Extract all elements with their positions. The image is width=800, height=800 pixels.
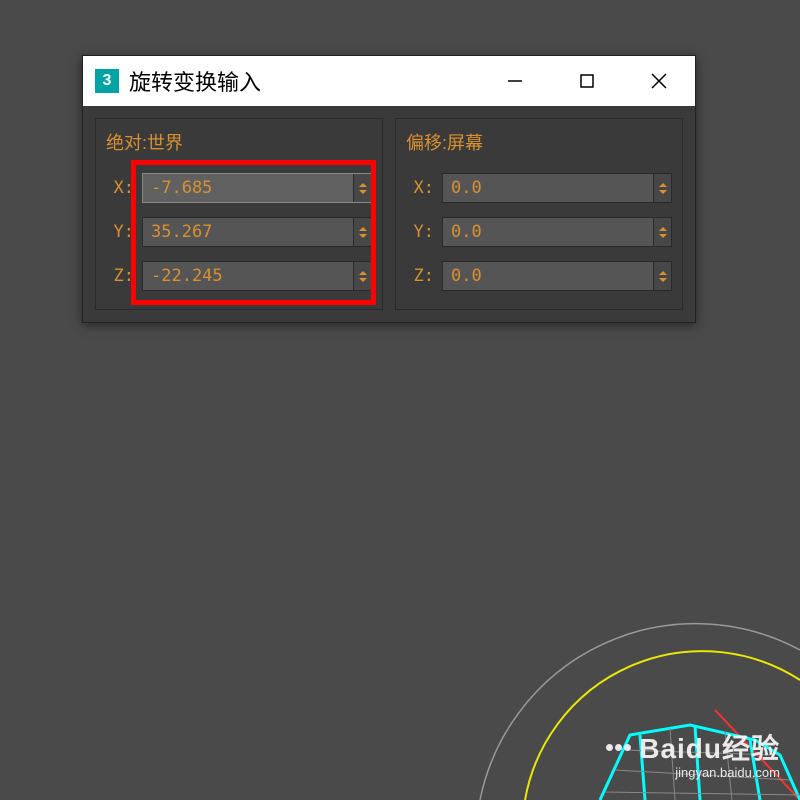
offset-z-row: Z: 0.0	[406, 261, 672, 291]
offset-y-row: Y: 0.0	[406, 217, 672, 247]
offset-y-value: 0.0	[451, 222, 653, 242]
dialog-body: 绝对:世界 X: -7.685 Y: 35.267	[83, 106, 695, 322]
offset-y-input[interactable]: 0.0	[442, 217, 672, 247]
down-arrow-icon	[359, 190, 367, 194]
up-arrow-icon	[659, 227, 667, 231]
up-arrow-icon	[359, 271, 367, 275]
absolute-x-input[interactable]: -7.685	[142, 173, 372, 203]
down-arrow-icon	[659, 234, 667, 238]
offset-panel-title: 偏移:屏幕	[406, 129, 672, 155]
offset-x-label: X:	[406, 178, 434, 198]
offset-x-row: X: 0.0	[406, 173, 672, 203]
absolute-z-input[interactable]: -22.245	[142, 261, 372, 291]
watermark-url: jingyan.baidu.com	[606, 765, 780, 780]
offset-screen-panel: 偏移:屏幕 X: 0.0 Y: 0.0	[395, 118, 683, 310]
offset-z-input[interactable]: 0.0	[442, 261, 672, 291]
titlebar[interactable]: 3 旋转变换输入	[83, 56, 695, 106]
up-arrow-icon	[659, 183, 667, 187]
offset-z-value: 0.0	[451, 266, 653, 286]
absolute-x-value: -7.685	[151, 178, 353, 198]
offset-x-input[interactable]: 0.0	[442, 173, 672, 203]
offset-x-value: 0.0	[451, 178, 653, 198]
up-arrow-icon	[359, 227, 367, 231]
paw-icon	[606, 744, 631, 751]
absolute-z-spinner[interactable]	[353, 262, 371, 290]
watermark: Baidu经验 jingyan.baidu.com	[606, 727, 780, 780]
absolute-x-spinner[interactable]	[353, 174, 371, 202]
absolute-x-label: X:	[106, 178, 134, 198]
offset-y-spinner[interactable]	[653, 218, 671, 246]
up-arrow-icon	[359, 183, 367, 187]
watermark-text: Baidu经验	[639, 727, 780, 767]
down-arrow-icon	[659, 278, 667, 282]
watermark-logo: Baidu经验	[606, 727, 780, 767]
absolute-y-input[interactable]: 35.267	[142, 217, 372, 247]
offset-y-label: Y:	[406, 222, 434, 242]
minimize-button[interactable]	[479, 56, 551, 106]
rotate-transform-dialog[interactable]: 3 旋转变换输入 绝对:世界 X: -7.685	[82, 55, 696, 323]
down-arrow-icon	[359, 278, 367, 282]
absolute-world-panel: 绝对:世界 X: -7.685 Y: 35.267	[95, 118, 383, 310]
offset-z-label: Z:	[406, 266, 434, 286]
absolute-y-row: Y: 35.267	[106, 217, 372, 247]
absolute-z-label: Z:	[106, 266, 134, 286]
titlebar-controls	[479, 56, 695, 106]
absolute-y-label: Y:	[106, 222, 134, 242]
down-arrow-icon	[359, 234, 367, 238]
window-title: 旋转变换输入	[129, 65, 479, 97]
up-arrow-icon	[659, 271, 667, 275]
absolute-x-row: X: -7.685	[106, 173, 372, 203]
absolute-y-spinner[interactable]	[353, 218, 371, 246]
maximize-button[interactable]	[551, 56, 623, 106]
close-button[interactable]	[623, 56, 695, 106]
down-arrow-icon	[659, 190, 667, 194]
offset-x-spinner[interactable]	[653, 174, 671, 202]
absolute-z-row: Z: -22.245	[106, 261, 372, 291]
offset-z-spinner[interactable]	[653, 262, 671, 290]
absolute-z-value: -22.245	[151, 266, 353, 286]
absolute-y-value: 35.267	[151, 222, 353, 242]
app-icon: 3	[95, 69, 119, 93]
absolute-panel-title: 绝对:世界	[106, 129, 372, 155]
